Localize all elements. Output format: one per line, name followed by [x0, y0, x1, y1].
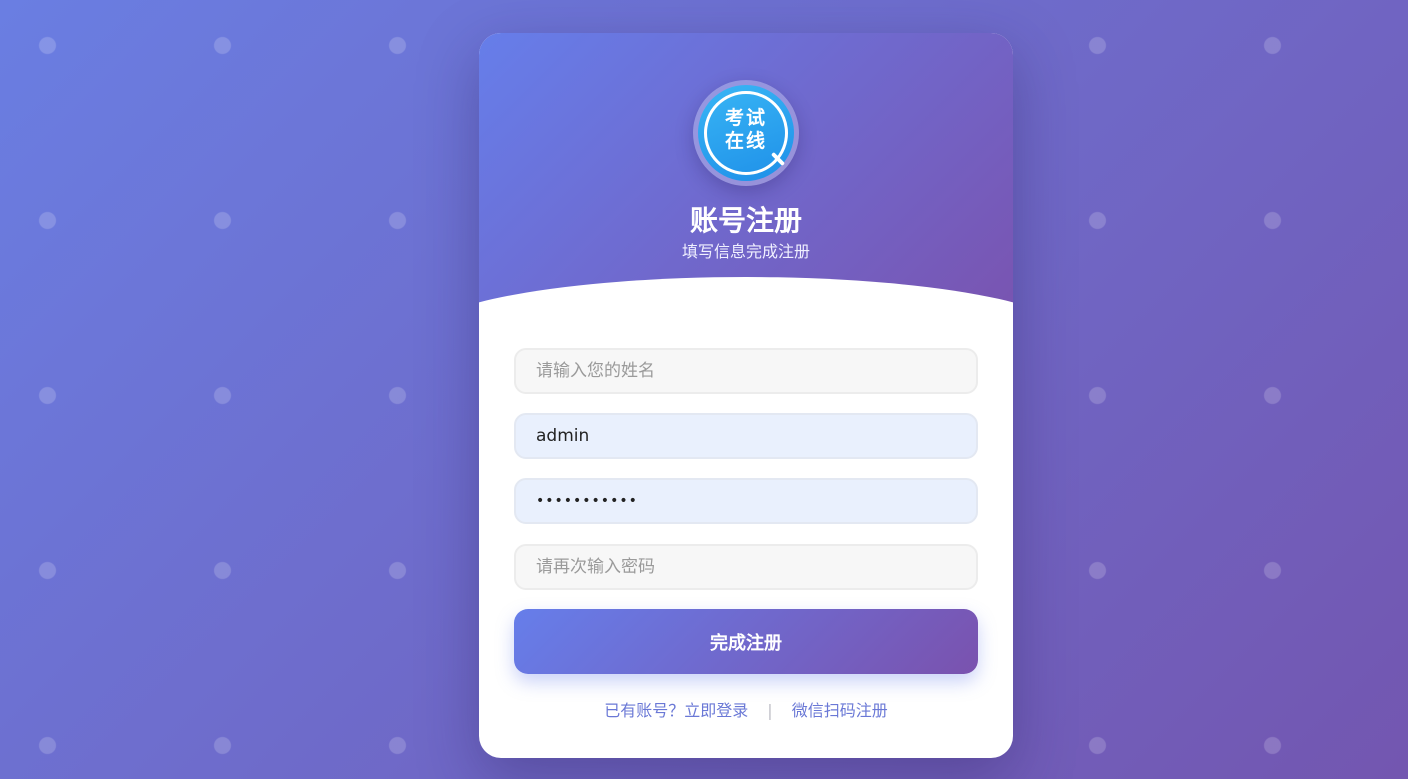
confirm-password-input[interactable]	[514, 544, 978, 590]
page-subtitle: 填写信息完成注册	[681, 242, 810, 261]
register-card: 考试 在线 账号注册 填写信息完成注册 完成注册 已有账号？立即登录 | 微信扫…	[479, 33, 1013, 758]
page-title: 账号注册	[689, 204, 802, 237]
logo-text-line1: 考试	[724, 107, 767, 129]
submit-register-button[interactable]: 完成注册	[514, 609, 978, 674]
password-input[interactable]	[514, 478, 978, 524]
username-input[interactable]	[514, 413, 978, 459]
logo-badge: 考试 在线	[698, 85, 794, 181]
link-separator: |	[767, 701, 773, 720]
header-curve	[479, 277, 1013, 417]
name-input[interactable]	[514, 348, 978, 394]
login-link[interactable]: 已有账号？立即登录	[604, 701, 748, 720]
logo: 考试 在线	[693, 80, 799, 186]
logo-text: 考试 在线	[698, 107, 794, 153]
wechat-register-link[interactable]: 微信扫码注册	[792, 701, 888, 720]
logo-text-line2: 在线	[724, 130, 767, 152]
footer-links: 已有账号？立即登录 | 微信扫码注册	[479, 699, 1013, 723]
